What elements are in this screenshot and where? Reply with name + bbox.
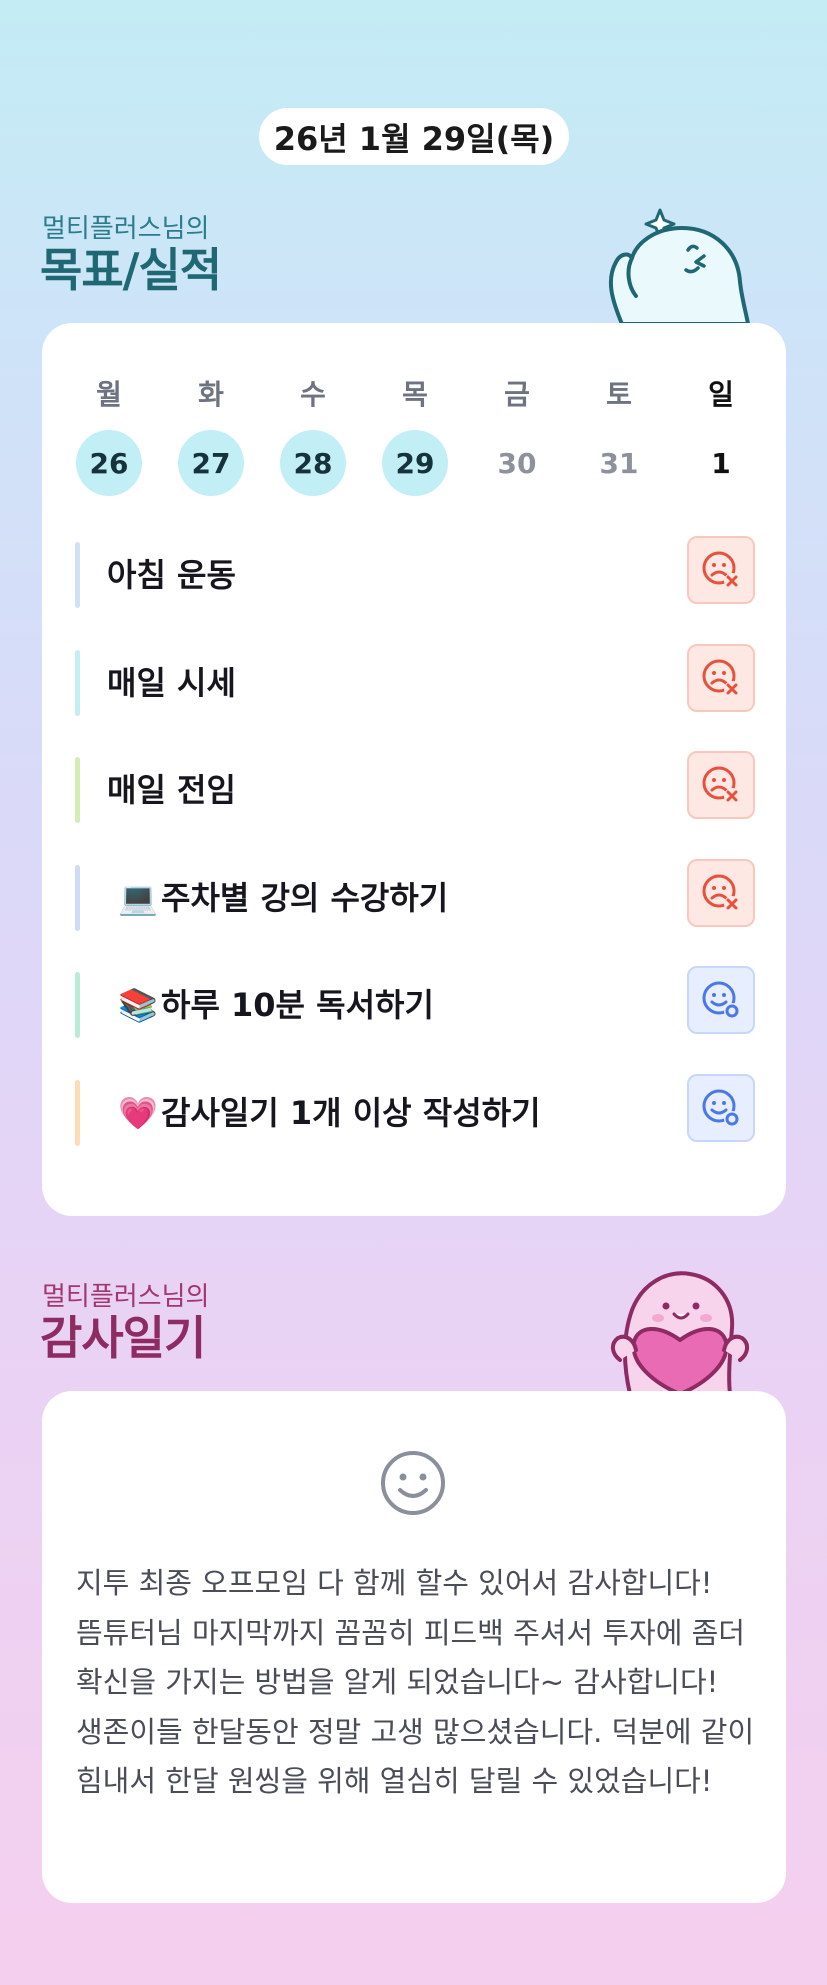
goal-row[interactable]: 💗 감사일기 1개 이상 작성하기 <box>75 1074 755 1146</box>
gratitude-card: 지투 최종 오프모임 다 함께 할수 있어서 감사합니다! 뜸튜터님 마지막까지… <box>42 1391 786 1903</box>
goal-label: 매일 전임 <box>107 771 236 809</box>
day-name: 금 <box>504 378 530 411</box>
sad-face-x-icon <box>702 766 740 804</box>
day-name: 수 <box>300 378 326 411</box>
goal-label: 주차별 강의 수강하기 <box>161 879 449 917</box>
happy-face-check-icon <box>702 1089 740 1127</box>
day-name: 화 <box>198 378 224 411</box>
gratitude-title: 감사일기 <box>40 1311 206 1365</box>
day-col[interactable]: 금 30 <box>483 377 551 513</box>
goals-title: 목표/실적 <box>40 243 222 297</box>
day-name: 목 <box>402 378 428 411</box>
status-fail-badge[interactable] <box>687 644 755 712</box>
day-col[interactable]: 일 1 <box>687 377 755 513</box>
status-ok-badge[interactable] <box>687 966 755 1034</box>
goal-label: 아침 운동 <box>107 556 236 594</box>
day-col[interactable]: 월 26 <box>75 377 143 513</box>
goal-row[interactable]: 아침 운동 <box>75 536 755 608</box>
goal-color-bar <box>75 1080 80 1146</box>
happy-face-check-icon <box>702 981 740 1019</box>
goal-label: 하루 10분 독서하기 <box>161 986 434 1024</box>
day-col[interactable]: 토 31 <box>585 377 653 513</box>
goal-color-bar <box>75 650 80 716</box>
mascot-ghost-icon <box>608 208 750 324</box>
sad-face-x-icon <box>702 659 740 697</box>
goal-color-bar <box>75 865 80 931</box>
status-fail-badge[interactable] <box>687 751 755 819</box>
day-name: 월 <box>96 378 122 411</box>
day-number: 28 <box>280 430 346 496</box>
day-col[interactable]: 목 29 <box>381 377 449 513</box>
mascot-heart-ghost-icon <box>611 1271 749 1394</box>
goal-label: 감사일기 1개 이상 작성하기 <box>161 1094 541 1132</box>
goal-row[interactable]: 매일 시세 <box>75 644 755 716</box>
status-fail-badge[interactable] <box>687 536 755 604</box>
sad-face-x-icon <box>702 551 740 589</box>
day-number: 30 <box>497 446 537 480</box>
day-number: 27 <box>178 430 244 496</box>
day-number: 29 <box>382 430 448 496</box>
goal-row[interactable]: 📚 하루 10분 독서하기 <box>75 966 755 1038</box>
goal-color-bar <box>75 542 80 608</box>
goal-color-bar <box>75 757 80 823</box>
day-number: 26 <box>76 430 142 496</box>
goal-color-bar <box>75 972 80 1038</box>
day-name: 토 <box>606 378 632 411</box>
date-label: 26년 1월 29일(목) <box>273 119 555 158</box>
sad-face-x-icon <box>702 874 740 912</box>
status-ok-badge[interactable] <box>687 1074 755 1142</box>
goal-row[interactable]: 💻 주차별 강의 수강하기 <box>75 859 755 931</box>
day-col[interactable]: 수 28 <box>279 377 347 513</box>
day-number: 31 <box>599 446 639 480</box>
day-name: 일 <box>708 378 734 411</box>
day-number: 1 <box>711 446 731 480</box>
goals-card: 월 26 화 27 수 28 목 29 금 30 토 31 일 1 아침 운동 … <box>42 323 786 1216</box>
smile-face-icon <box>381 1451 445 1515</box>
date-pill: 26년 1월 29일(목) <box>259 108 569 165</box>
goal-label: 매일 시세 <box>107 664 236 702</box>
goal-row[interactable]: 매일 전임 <box>75 751 755 823</box>
day-col[interactable]: 화 27 <box>177 377 245 513</box>
status-fail-badge[interactable] <box>687 859 755 927</box>
gratitude-text: 지투 최종 오프모임 다 함께 할수 있어서 감사합니다! 뜸튜터님 마지막까지… <box>76 1566 755 1798</box>
